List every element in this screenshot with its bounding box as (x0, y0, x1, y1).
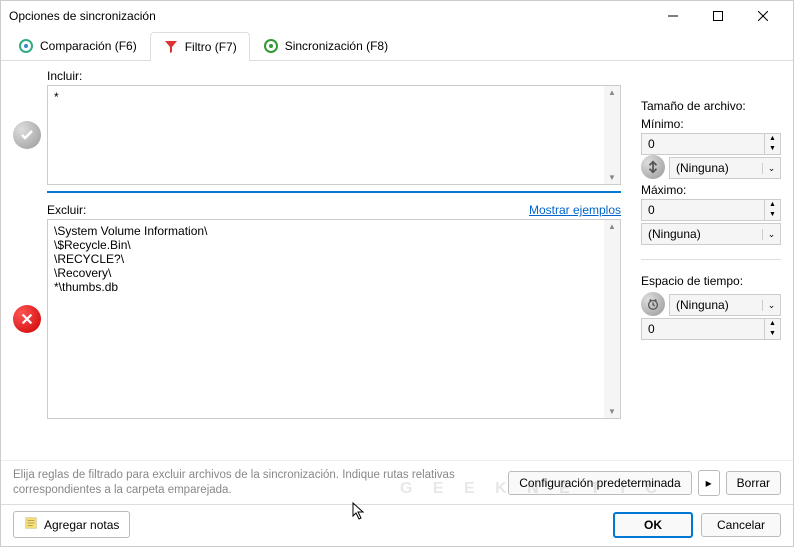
max-label: Máximo: (641, 183, 781, 197)
spin-down-icon[interactable]: ▼ (764, 144, 780, 154)
chevron-down-icon[interactable]: ⌄ (762, 163, 780, 174)
min-label: Mínimo: (641, 117, 781, 131)
include-textbox[interactable]: * ▲ ▼ (47, 85, 621, 185)
max-size-value: 0 (642, 203, 764, 217)
tab-sync[interactable]: Sincronización (F8) (250, 31, 401, 60)
max-unit-combo[interactable]: (Ninguna) ⌄ (641, 223, 781, 245)
tab-label: Sincronización (F8) (285, 39, 388, 53)
min-size-spinbox[interactable]: 0 ▲▼ (641, 133, 781, 155)
clear-button[interactable]: Borrar (726, 471, 781, 495)
window-title: Opciones de sincronización (9, 9, 650, 23)
default-config-button[interactable]: Configuración predeterminada (508, 471, 691, 495)
timespan-unit-value: (Ninguna) (670, 298, 762, 312)
tab-comparison[interactable]: Comparación (F6) (5, 31, 150, 60)
spin-up-icon[interactable]: ▲ (764, 319, 780, 329)
tab-filter[interactable]: Filtro (F7) (150, 32, 250, 61)
include-label: Incluir: (47, 69, 621, 83)
min-unit-combo[interactable]: (Ninguna) ⌄ (669, 157, 781, 179)
separator (641, 259, 781, 260)
scrollbar[interactable]: ▲ ▼ (604, 86, 620, 184)
gear-blue-icon (18, 38, 34, 54)
scroll-up-icon[interactable]: ▲ (606, 220, 618, 233)
spin-up-icon[interactable]: ▲ (764, 200, 780, 210)
exclude-label: Excluir: (47, 203, 86, 217)
scroll-up-icon[interactable]: ▲ (606, 86, 618, 99)
max-unit-value: (Ninguna) (642, 227, 762, 241)
maximize-button[interactable] (695, 2, 740, 30)
titlebar: Opciones de sincronización (1, 1, 793, 31)
hint-text: Elija reglas de filtrado para excluir ar… (13, 468, 508, 498)
gear-green-icon (263, 38, 279, 54)
exclude-textbox[interactable]: \System Volume Information\ \$Recycle.Bi… (47, 219, 621, 419)
include-value: * (48, 86, 620, 108)
timespan-header: Espacio de tiempo: (641, 274, 781, 288)
timespan-value: 0 (642, 322, 764, 336)
exclude-value: \System Volume Information\ \$Recycle.Bi… (48, 220, 620, 298)
funnel-icon (163, 39, 179, 55)
divider (47, 191, 621, 193)
tab-label: Comparación (F6) (40, 39, 137, 53)
timespan-spinbox[interactable]: 0 ▲▼ (641, 318, 781, 340)
tabstrip: Comparación (F6) Filtro (F7) Sincronizac… (1, 31, 793, 61)
spin-down-icon[interactable]: ▼ (764, 210, 780, 220)
include-icon (13, 121, 41, 149)
scroll-down-icon[interactable]: ▼ (606, 171, 618, 184)
ok-button[interactable]: OK (613, 512, 693, 538)
tab-label: Filtro (F7) (185, 40, 237, 54)
exclude-icon (13, 305, 41, 333)
size-icon (641, 155, 665, 179)
close-button[interactable] (740, 2, 785, 30)
min-size-value: 0 (642, 137, 764, 151)
minimize-button[interactable] (650, 2, 695, 30)
clock-icon (641, 292, 665, 316)
cancel-button[interactable]: Cancelar (701, 513, 781, 537)
chevron-down-icon[interactable]: ⌄ (762, 300, 780, 311)
min-unit-value: (Ninguna) (670, 161, 762, 175)
show-examples-link[interactable]: Mostrar ejemplos (529, 203, 621, 217)
spin-down-icon[interactable]: ▼ (764, 329, 780, 339)
scroll-down-icon[interactable]: ▼ (606, 405, 618, 418)
timespan-unit-combo[interactable]: (Ninguna) ⌄ (669, 294, 781, 316)
max-size-spinbox[interactable]: 0 ▲▼ (641, 199, 781, 221)
config-menu-button[interactable]: ▸ (698, 470, 720, 496)
filesize-header: Tamaño de archivo: (641, 99, 781, 113)
notes-icon (24, 516, 38, 533)
add-notes-label: Agregar notas (44, 518, 119, 532)
spin-up-icon[interactable]: ▲ (764, 134, 780, 144)
chevron-down-icon[interactable]: ⌄ (762, 229, 780, 240)
add-notes-button[interactable]: Agregar notas (13, 511, 130, 538)
scrollbar[interactable]: ▲ ▼ (604, 220, 620, 418)
